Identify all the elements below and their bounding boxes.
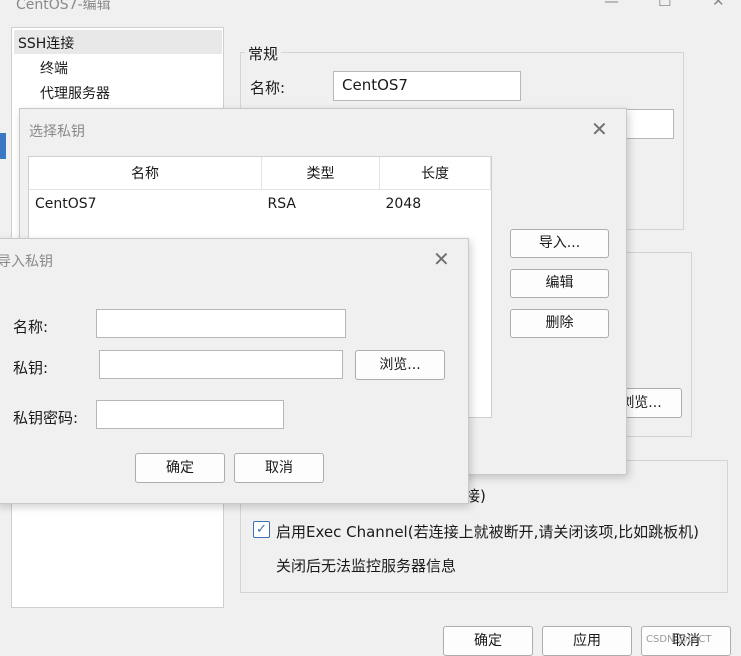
cell-length: 2048 — [385, 196, 422, 212]
exec-channel-label[interactable]: 启用Exec Channel(若连接上就被断开,请关闭该项,比如跳板机) — [276, 521, 699, 542]
import-password-field[interactable] — [96, 400, 284, 429]
sidebar-item-proxy[interactable]: 代理服务器 — [40, 83, 110, 103]
col-header-name[interactable]: 名称 — [29, 157, 262, 190]
select-key-close-icon[interactable]: ✕ — [591, 119, 608, 139]
col-header-type[interactable]: 类型 — [261, 157, 380, 190]
exec-channel-note: 关闭后无法监控服务器信息 — [276, 557, 457, 575]
selection-strip — [0, 133, 6, 159]
name-field[interactable]: CentOS7 — [333, 71, 521, 101]
maximize-icon[interactable]: ☐ — [658, 0, 671, 10]
general-legend: 常规 — [245, 43, 282, 64]
select-key-title: 选择私钥 — [29, 124, 85, 140]
col-header-length[interactable]: 长度 — [379, 157, 491, 190]
table-row[interactable]: CentOS7 RSA 2048 — [29, 190, 491, 219]
cell-name: CentOS7 — [35, 196, 97, 212]
import-ok-button[interactable]: 确定 — [135, 453, 225, 483]
import-key-title: 导入私钥 — [0, 254, 53, 270]
import-button[interactable]: 导入... — [510, 229, 609, 258]
name-label: 名称: — [250, 79, 286, 97]
import-name-field[interactable] — [96, 309, 346, 338]
import-cancel-button[interactable]: 取消 — [234, 453, 324, 483]
import-key-field[interactable] — [99, 350, 343, 379]
import-name-label: 名称: — [13, 318, 49, 336]
import-browse-button[interactable]: 浏览... — [355, 350, 445, 380]
window-title: CentOS7-编辑 — [16, 0, 111, 13]
import-key-close-icon[interactable]: ✕ — [433, 249, 450, 269]
delete-button[interactable]: 删除 — [510, 309, 609, 338]
exec-channel-checkbox[interactable]: ✓ — [253, 521, 270, 538]
edit-button[interactable]: 编辑 — [510, 269, 609, 298]
import-key-dialog: 导入私钥 ✕ 名称: 私钥: 浏览... 私钥密码: 确定 取消 — [0, 238, 469, 504]
ok-button[interactable]: 确定 — [443, 626, 533, 656]
watermark: CSDN @DICT — [646, 634, 712, 645]
sidebar-item-ssh[interactable]: SSH连接 — [18, 33, 74, 53]
import-password-label: 私钥密码: — [13, 409, 79, 427]
cell-type: RSA — [267, 196, 296, 212]
sidebar-item-terminal[interactable]: 终端 — [40, 58, 68, 78]
apply-button[interactable]: 应用 — [542, 626, 632, 656]
close-icon[interactable]: ✕ — [712, 0, 725, 10]
import-key-label: 私钥: — [13, 359, 49, 377]
minimize-icon[interactable]: — — [604, 0, 619, 10]
